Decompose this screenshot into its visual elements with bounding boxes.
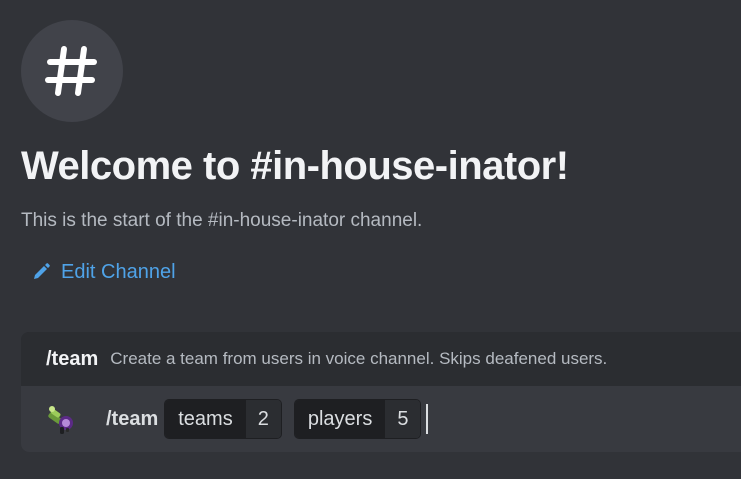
welcome-subtitle: This is the start of the #in-house-inato…	[21, 210, 423, 231]
command-description: Create a team from users in voice channe…	[110, 349, 608, 368]
command-input[interactable]: /team teams 2 players 5	[21, 386, 741, 452]
option-value[interactable]: 5	[385, 400, 421, 438]
option-name: players	[294, 400, 386, 438]
option-name: teams	[165, 400, 246, 438]
option-chip-teams[interactable]: teams 2	[164, 399, 282, 439]
option-value[interactable]: 2	[245, 400, 281, 438]
command-name: /team	[46, 347, 99, 370]
bot-avatar	[45, 402, 79, 436]
pencil-icon	[34, 263, 50, 279]
hashtag-icon	[45, 46, 97, 96]
text-cursor	[426, 404, 429, 434]
channel-icon-circle	[21, 20, 123, 122]
slash-command-panel: /team Create a team from users in voice …	[21, 332, 741, 452]
edit-channel-label: Edit Channel	[61, 261, 176, 283]
bot-avatar-icon	[48, 406, 73, 434]
welcome-title: Welcome to #in-house-inator!	[21, 144, 569, 188]
input-command-name: /team	[106, 407, 159, 430]
command-suggestion[interactable]: /team Create a team from users in voice …	[21, 332, 741, 386]
edit-channel-button[interactable]: Edit Channel	[31, 258, 176, 286]
option-chip-players[interactable]: players 5	[293, 399, 422, 439]
